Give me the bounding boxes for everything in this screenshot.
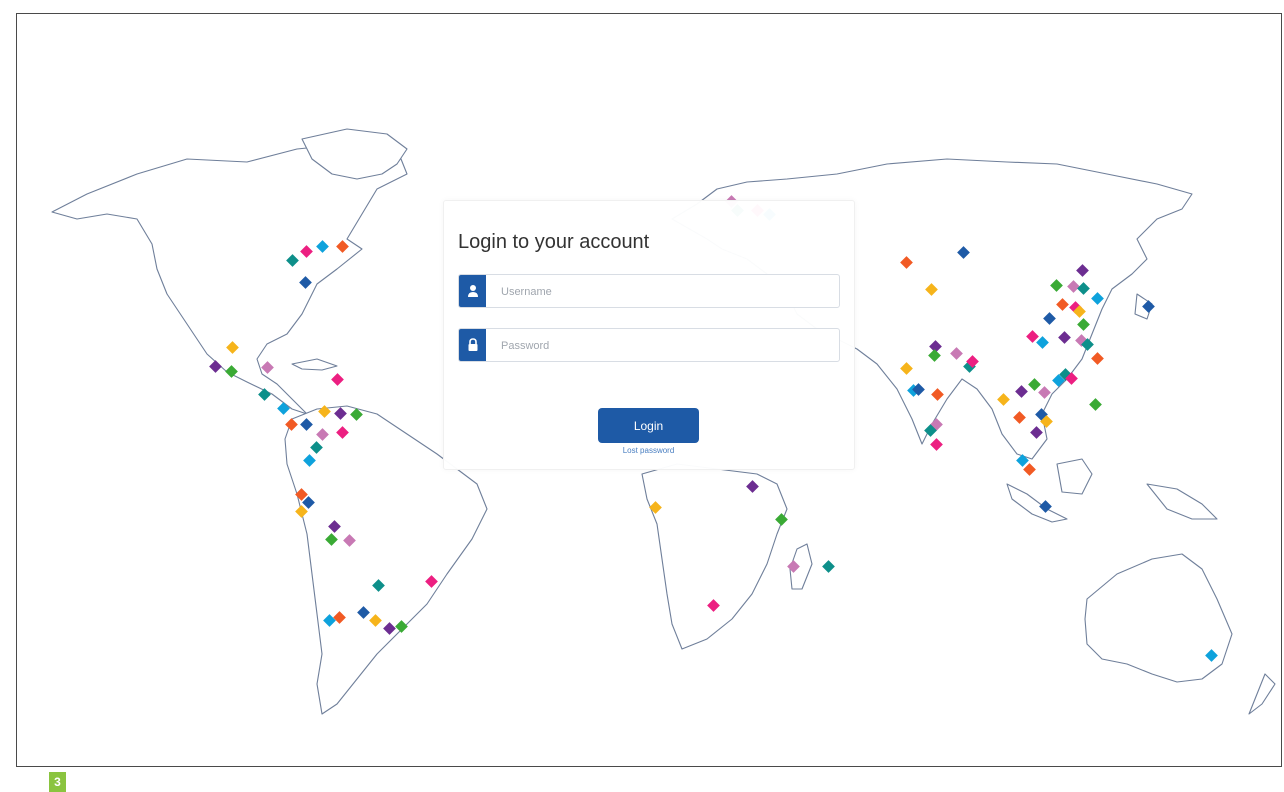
login-title: Login to your account: [458, 231, 650, 253]
figure-number-badge: 3: [49, 772, 66, 792]
australia-outline: [1084, 553, 1233, 683]
lost-password-link[interactable]: Lost password: [598, 446, 699, 455]
africa-outline: [641, 463, 788, 650]
password-field[interactable]: [458, 328, 840, 362]
new-guinea-outline: [1146, 483, 1218, 520]
password-input[interactable]: [499, 335, 823, 357]
username-input[interactable]: [499, 281, 823, 303]
login-panel: Login to your account Login Lost passwor…: [443, 200, 855, 470]
caribbean-outline: [291, 358, 338, 371]
indonesia-outline: [1006, 483, 1068, 523]
lock-icon: [459, 329, 486, 361]
new-zealand-outline: [1248, 673, 1276, 715]
username-field[interactable]: [458, 274, 840, 308]
login-button[interactable]: Login: [598, 408, 699, 443]
user-icon: [459, 275, 486, 307]
borneo-outline: [1056, 458, 1093, 495]
